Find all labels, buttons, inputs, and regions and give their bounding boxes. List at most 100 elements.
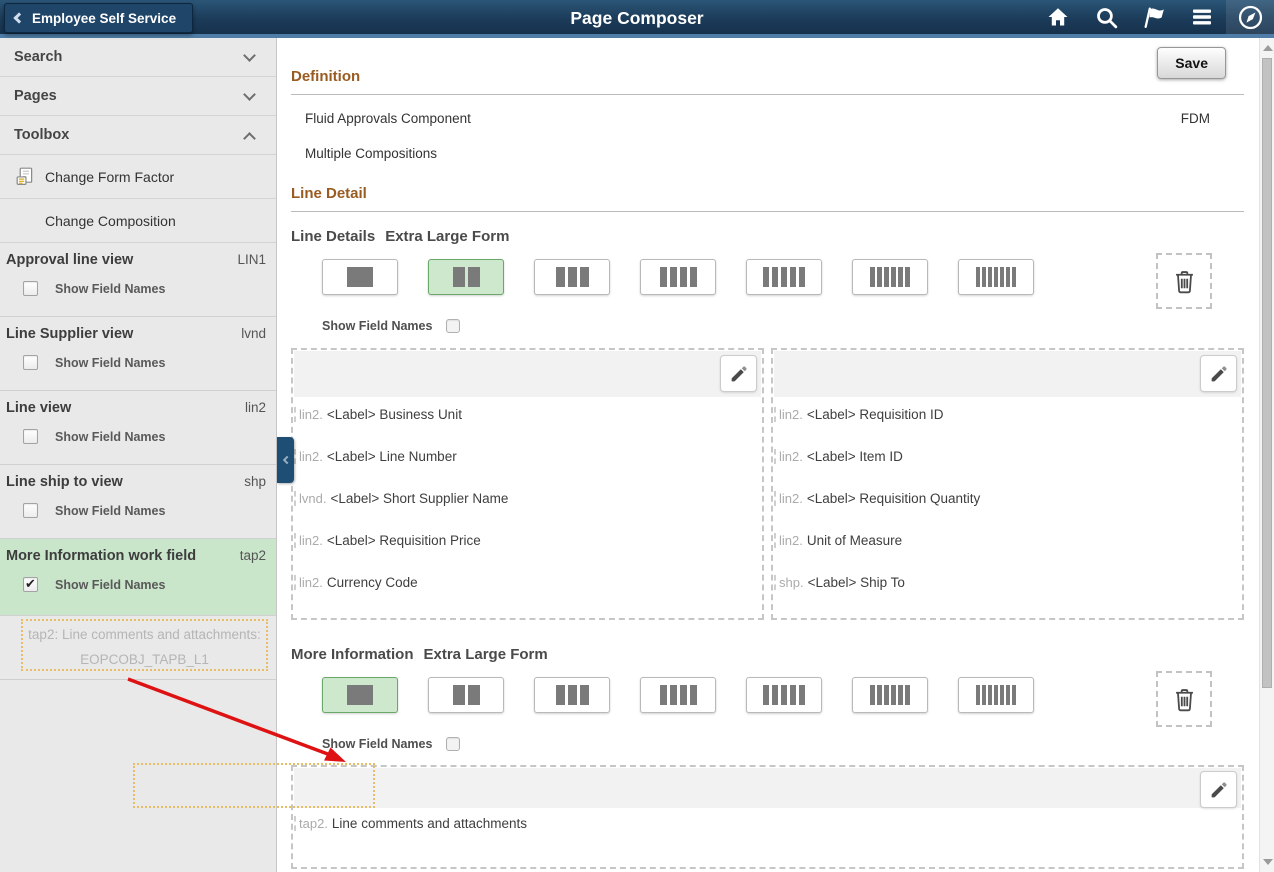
layout-bars-1	[347, 685, 373, 705]
form-factor-label: Extra Large Form	[423, 646, 548, 663]
edit-panel-button[interactable]	[1200, 355, 1237, 392]
view-group-more-information-work-field[interactable]: More Information work field tap2 Show Fi…	[0, 539, 276, 616]
layout-option-2-selected[interactable]	[428, 259, 504, 295]
show-field-names-label: Show Field Names	[55, 281, 166, 296]
layout-panel-more-information[interactable]: tap2. Line comments and attachments	[291, 765, 1244, 869]
header-icon-bar	[1034, 0, 1274, 34]
layout-option-5[interactable]	[746, 259, 822, 295]
search-button[interactable]	[1082, 0, 1130, 34]
layout-option-3[interactable]	[534, 677, 610, 713]
drag-ghost-line2: EOPCOBJ_TAPB_L1	[80, 652, 209, 667]
layout-panel-right[interactable]: lin2. <Label> Requisition ID lin2. <Label>…	[771, 348, 1244, 620]
layout-option-4[interactable]	[640, 677, 716, 713]
layout-option-6[interactable]	[852, 259, 928, 295]
component-name: Fluid Approvals Component	[305, 111, 471, 126]
layout-selector-more-information	[322, 671, 1244, 727]
home-button[interactable]	[1034, 0, 1082, 34]
scrollbar-thumb[interactable]	[1262, 58, 1272, 688]
field-row[interactable]: lin2. <Label> Business Unit	[293, 407, 762, 449]
view-group-line-view[interactable]: Line view lin2 Show Field Names	[0, 391, 276, 465]
show-field-names-label: Show Field Names	[55, 503, 166, 518]
field-row[interactable]: tap2. Line comments and attachments	[293, 816, 1242, 858]
show-field-names-label: Show Field Names	[55, 355, 166, 370]
field-row[interactable]: lin2. <Label> Requisition ID	[773, 407, 1242, 449]
field-label: Unit of Measure	[806, 533, 903, 548]
sidebar-section-pages[interactable]: Pages	[0, 77, 276, 116]
layout-option-6[interactable]	[852, 677, 928, 713]
scroll-down-arrow[interactable]	[1263, 859, 1273, 865]
layout-bars-7	[976, 685, 1016, 705]
layout-bars-5	[763, 267, 805, 287]
delete-drop-target[interactable]	[1156, 253, 1212, 309]
layout-panel-left[interactable]: lin2. <Label> Business Unit lin2. <Label> …	[291, 348, 764, 620]
chevron-down-icon	[243, 49, 256, 62]
line-detail-heading: Line Detail	[291, 185, 1244, 212]
show-field-names-checkbox[interactable]	[23, 576, 38, 592]
field-row[interactable]: lin2. <Label> Requisition Quantity	[773, 491, 1242, 533]
drag-ghost-line-comments[interactable]: tap2: Line comments and attachments: EOP…	[21, 619, 268, 671]
drag-drop-outline	[133, 763, 375, 808]
field-row[interactable]: lin2. Unit of Measure	[773, 533, 1242, 575]
layout-option-7[interactable]	[958, 259, 1034, 295]
layout-option-1[interactable]	[322, 259, 398, 295]
view-group-line-supplier-view[interactable]: Line Supplier view lvnd Show Field Names	[0, 317, 276, 391]
layout-option-7[interactable]	[958, 677, 1034, 713]
toolbox-item-change-composition[interactable]: Change Composition	[0, 199, 276, 243]
toolbox-item-change-form-factor[interactable]: Change Form Factor	[0, 155, 276, 199]
field-row[interactable]: lin2. <Label> Item ID	[773, 449, 1242, 491]
sidebar-section-search[interactable]: Search	[0, 38, 276, 77]
show-field-names-checkbox[interactable]	[446, 737, 461, 751]
edit-panel-button[interactable]	[1200, 771, 1237, 808]
sidebar-section-toolbox[interactable]: Toolbox	[0, 116, 276, 155]
show-field-names-checkbox[interactable]	[23, 429, 38, 444]
layout-bars-6	[870, 685, 910, 705]
field-prefix: lin2.	[779, 449, 803, 464]
show-field-names-checkbox[interactable]	[23, 281, 38, 296]
field-row[interactable]: lin2. <Label> Line Number	[293, 449, 762, 491]
field-row[interactable]: shp. <Label> Ship To	[773, 575, 1242, 617]
layout-option-2[interactable]	[428, 677, 504, 713]
layout-option-1-selected[interactable]	[322, 677, 398, 713]
view-code: LIN1	[237, 252, 266, 267]
show-field-names-checkbox[interactable]	[446, 319, 461, 333]
layout-option-3[interactable]	[534, 259, 610, 295]
panel-header	[294, 351, 761, 397]
layout-option-5[interactable]	[746, 677, 822, 713]
layout-selector-line-details	[322, 253, 1244, 309]
notifications-button[interactable]	[1130, 0, 1178, 34]
layout-bars-3	[555, 267, 589, 287]
field-row[interactable]: lvnd. <Label> Short Supplier Name	[293, 491, 762, 533]
layout-bars-5	[763, 685, 805, 705]
main-content: Save Definition Fluid Approvals Componen…	[278, 38, 1274, 872]
menu-icon	[1193, 9, 1211, 25]
view-group-approval-line-view[interactable]: Approval line view LIN1 Show Field Names	[0, 243, 276, 317]
layout-bars-4	[659, 267, 697, 287]
layout-option-4[interactable]	[640, 259, 716, 295]
scroll-up-arrow[interactable]	[1263, 45, 1273, 51]
delete-drop-target[interactable]	[1156, 671, 1212, 727]
show-field-names-checkbox[interactable]	[23, 355, 38, 370]
save-button[interactable]: Save	[1157, 47, 1226, 79]
edit-panel-button[interactable]	[720, 355, 757, 392]
field-prefix: lin2.	[299, 575, 323, 590]
field-row[interactable]: lin2. Currency Code	[293, 575, 762, 617]
sidebar-collapse-handle[interactable]	[277, 437, 294, 483]
field-label: <Label> Business Unit	[326, 407, 462, 422]
field-label: <Label> Ship To	[807, 575, 905, 590]
sidebar: Search Pages Toolbox Change Form Factor …	[0, 38, 277, 872]
actions-menu-button[interactable]	[1178, 0, 1226, 34]
field-row[interactable]: lin2. <Label> Requisition Price	[293, 533, 762, 575]
multiple-compositions-label: Multiple Compositions	[305, 146, 438, 161]
view-name: More Information work field	[6, 548, 197, 564]
drag-ghost-line1: tap2: Line comments and attachments:	[28, 627, 261, 642]
pencil-icon	[731, 365, 747, 381]
sidebar-section-label: Search	[14, 49, 63, 65]
pencil-icon	[1211, 781, 1227, 797]
layout-bars-6	[870, 267, 910, 287]
view-name: Line Supplier view	[6, 326, 134, 342]
section-title-more-information: More Information Extra Large Form	[291, 646, 1244, 663]
view-group-line-ship-to-view[interactable]: Line ship to view shp Show Field Names	[0, 465, 276, 539]
vertical-scrollbar[interactable]	[1259, 38, 1274, 872]
navbar-button[interactable]	[1226, 0, 1274, 34]
show-field-names-checkbox[interactable]	[23, 503, 38, 518]
